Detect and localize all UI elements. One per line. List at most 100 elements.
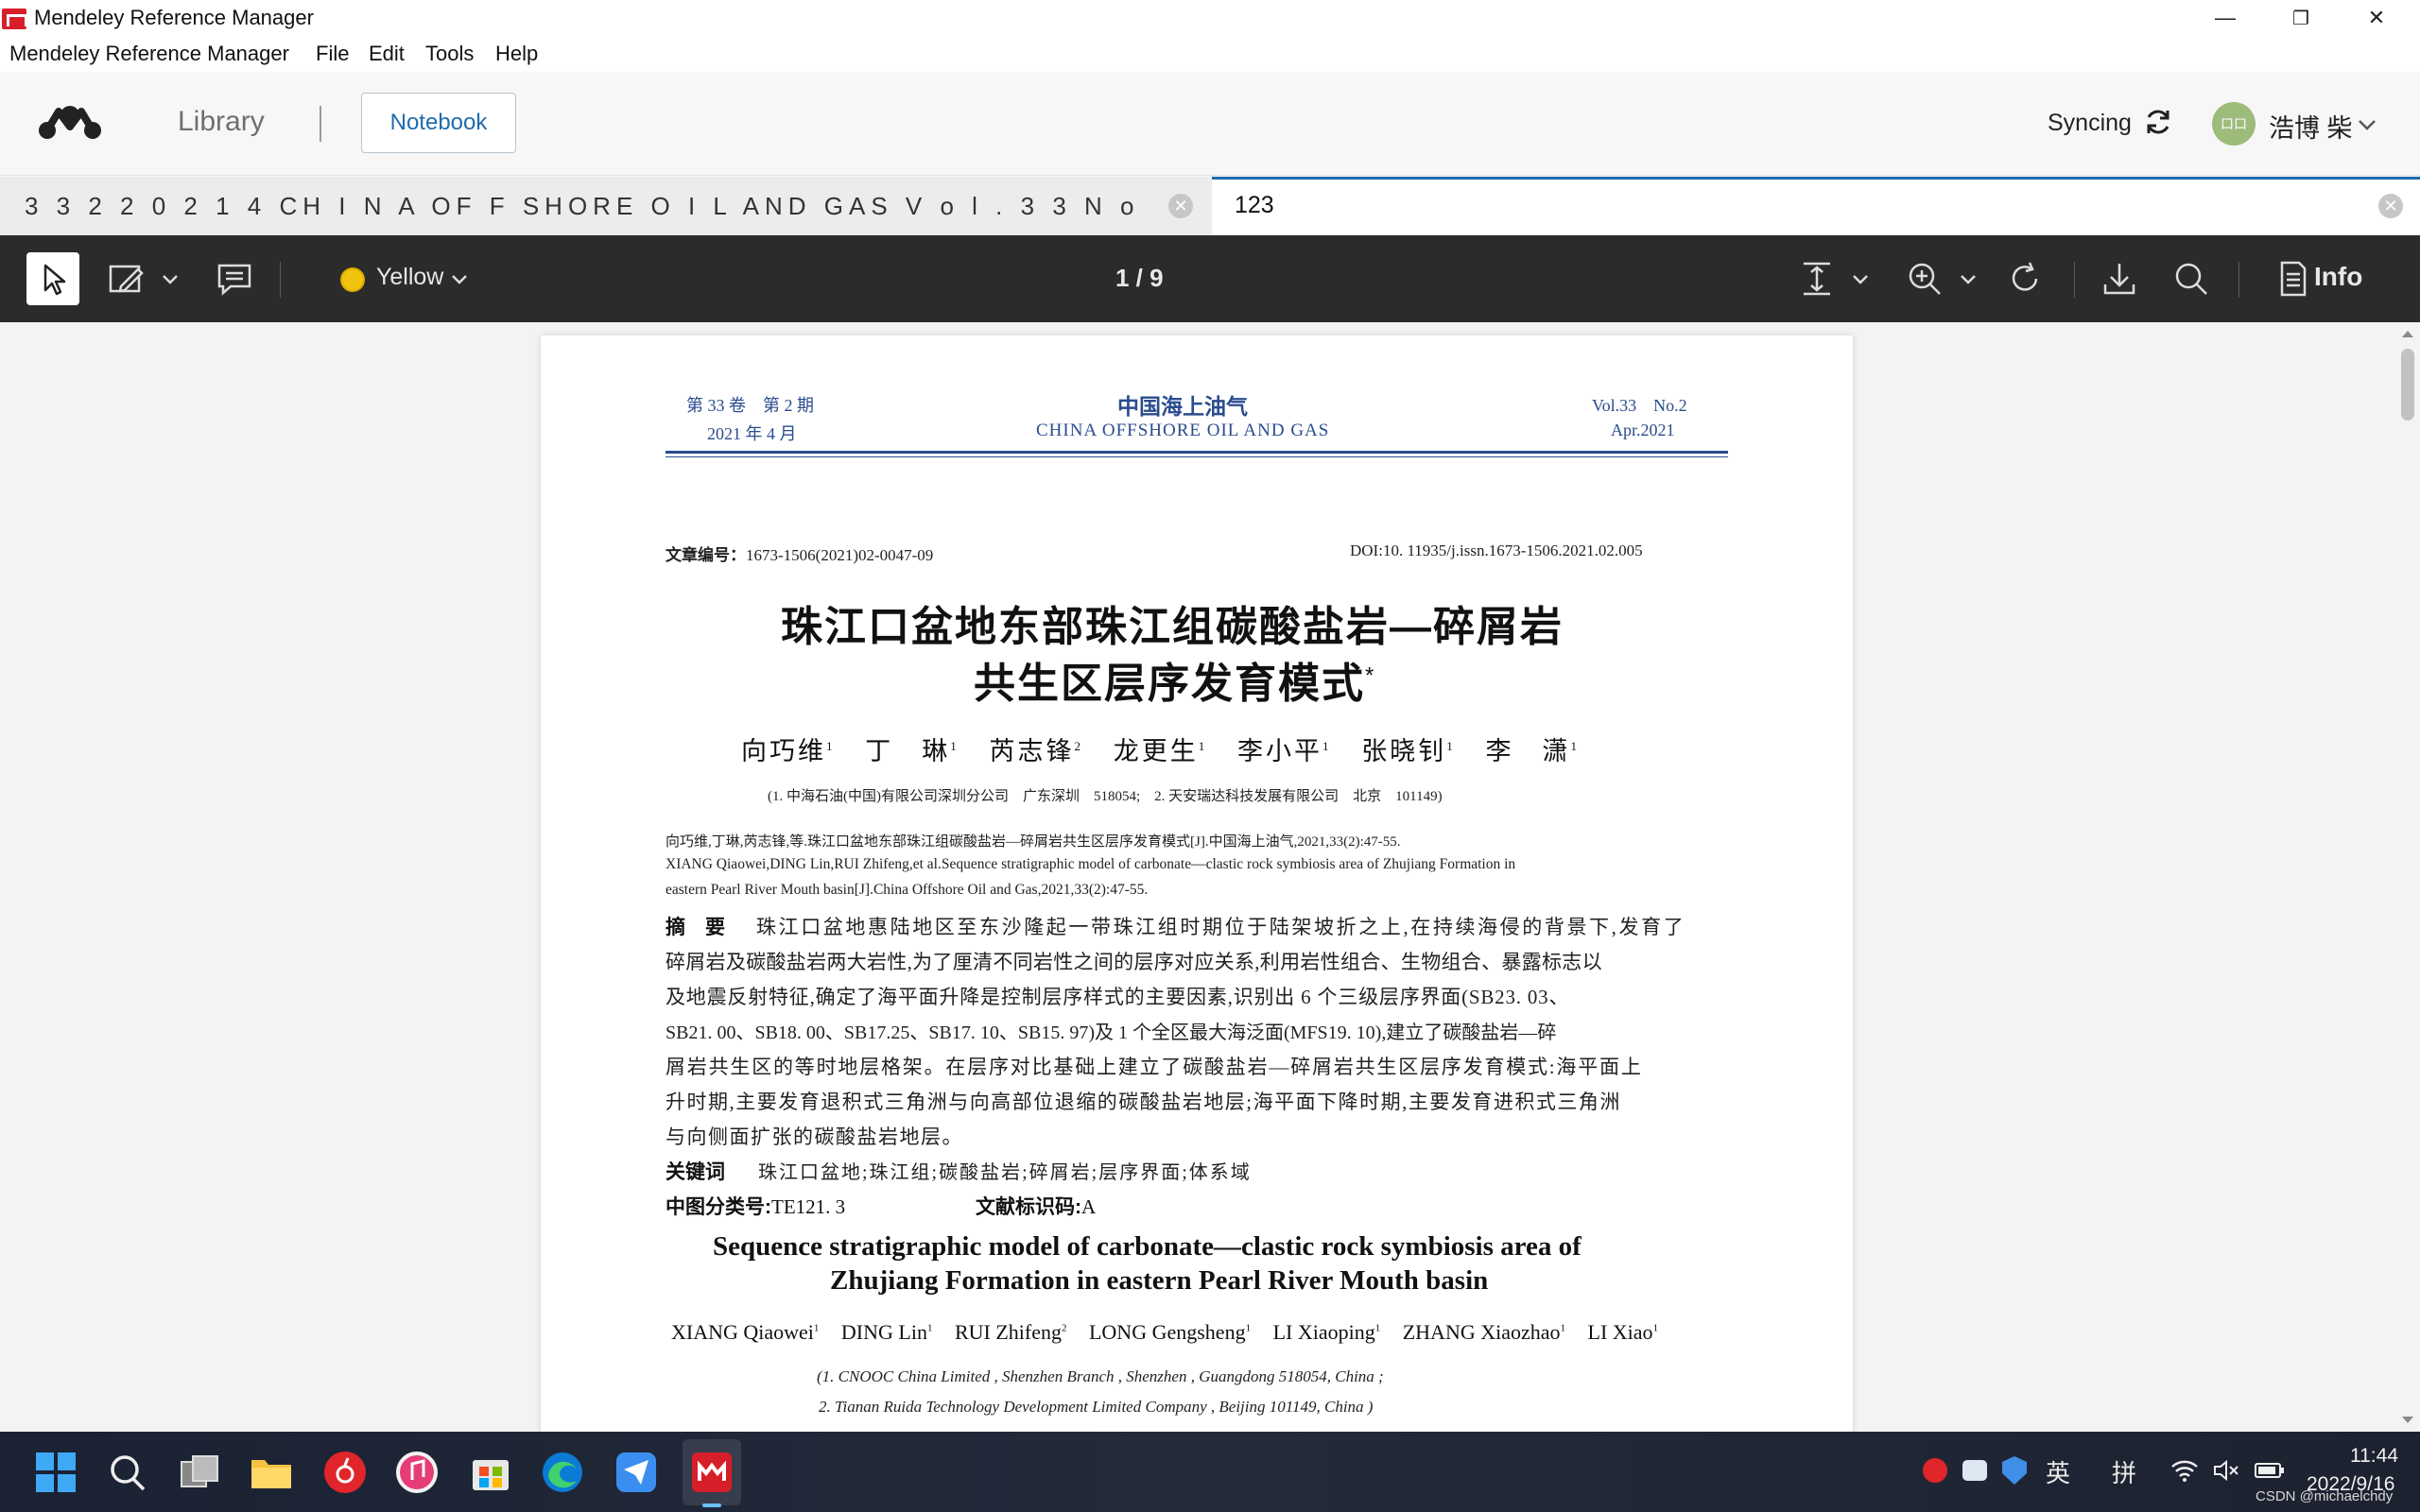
- highlight-color-label[interactable]: Yellow: [376, 264, 443, 291]
- vertical-scrollbar[interactable]: [2395, 322, 2420, 1432]
- rotate-icon[interactable]: [2004, 258, 2046, 300]
- highlight-color-swatch[interactable]: [340, 267, 365, 292]
- clc-label: 中图分类号:: [666, 1196, 771, 1218]
- tab-document-1[interactable]: 3 3 2 2 0 2 1 4 CH I N A OF F SHORE O I …: [0, 177, 1212, 235]
- authors-en: XIANG Qiaowei1 DING Lin1 RUI Zhifeng2 LO…: [671, 1320, 1658, 1345]
- author-sup: 1: [1570, 739, 1580, 753]
- battery-icon[interactable]: [2254, 1458, 2286, 1483]
- author-cn: 向巧维: [741, 737, 826, 765]
- doi-text[interactable]: DOI:10. 11935/j.issn.1673-1506.2021.02.0…: [1350, 541, 1643, 560]
- menu-app[interactable]: Mendeley Reference Manager: [9, 42, 289, 66]
- author-sup: 1: [1652, 1322, 1659, 1334]
- highlight-pen-icon[interactable]: [106, 258, 147, 300]
- search-icon[interactable]: [2170, 258, 2212, 300]
- tab-label: 3 3 2 2 0 2 1 4 CH I N A OF F SHORE O I …: [25, 192, 1140, 220]
- author-sup: 2: [1074, 739, 1083, 753]
- nav-library[interactable]: Library: [178, 106, 265, 138]
- task-view-icon[interactable]: [176, 1449, 223, 1496]
- pdf-page: 第 33 卷 第 2 期 2021 年 4 月 中国海上油气 CHINA OFF…: [541, 335, 1853, 1432]
- author-sup: 1: [813, 1322, 820, 1334]
- netease-tray-icon[interactable]: [1923, 1458, 1947, 1483]
- journal-vol-en: Vol.33 No.2: [1592, 396, 1687, 415]
- input-method-pinyin[interactable]: 拼: [2112, 1454, 2136, 1489]
- sync-status-label: Syncing: [2048, 110, 2132, 136]
- itunes-icon[interactable]: [393, 1449, 441, 1496]
- header-rule: [666, 456, 1728, 457]
- security-shield-icon[interactable]: [2002, 1456, 2027, 1485]
- article-number-label: 文章编号：: [666, 546, 746, 564]
- author-sup: 1: [1374, 1322, 1381, 1334]
- affiliation-en-2: 2. Tianan Ruida Technology Development L…: [819, 1398, 1374, 1416]
- tab-document-2[interactable]: 123 ✕: [1212, 177, 2420, 235]
- author-cn: 李小平: [1237, 737, 1322, 765]
- fit-height-icon[interactable]: [1796, 258, 1838, 300]
- author-en: XIANG Qiaowei: [671, 1320, 814, 1344]
- search-icon[interactable]: [104, 1449, 151, 1496]
- journal-date-en: Apr.2021: [1611, 421, 1675, 439]
- windows-start-icon[interactable]: [32, 1449, 79, 1496]
- menu-file[interactable]: File: [316, 42, 349, 66]
- citation-en-1: XIANG Qiaowei,DING Lin,RUI Zhifeng,et al…: [666, 856, 1516, 872]
- edge-browser-icon[interactable]: [539, 1449, 586, 1496]
- abstract-line: 碎屑岩及碳酸盐岩两大岩性,为了厘清不同岩性之间的层序对应关系,利用岩性组合、生物…: [666, 951, 1602, 973]
- abstract-line: 及地震反射特征,确定了海平面升降是控制层序样式的主要因素,识别出 6 个三级层序…: [666, 986, 1570, 1008]
- author-cn: 龙更生: [1113, 737, 1199, 765]
- chevron-down-icon[interactable]: [2356, 113, 2378, 136]
- user-avatar[interactable]: 口口: [2212, 102, 2256, 146]
- user-name[interactable]: 浩博 柴: [2269, 108, 2353, 145]
- pdf-viewer[interactable]: 第 33 卷 第 2 期 2021 年 4 月 中国海上油气 CHINA OFF…: [0, 322, 2420, 1432]
- minimize-button[interactable]: —: [2187, 0, 2263, 36]
- microsoft-store-icon[interactable]: [467, 1449, 514, 1496]
- clock-time[interactable]: 11:44: [2350, 1445, 2398, 1468]
- chevron-down-icon[interactable]: [1849, 267, 1872, 290]
- comment-icon[interactable]: [214, 258, 255, 300]
- clc-code: TE121. 3: [771, 1195, 846, 1218]
- volume-muted-icon[interactable]: [2212, 1458, 2240, 1483]
- cloud-tray-icon[interactable]: [1962, 1460, 1987, 1481]
- keywords: 珠江口盆地;珠江组;碳酸盐岩;碎屑岩;层序界面;体系域: [758, 1162, 1252, 1183]
- restore-button[interactable]: ❐: [2263, 0, 2339, 36]
- chevron-down-icon[interactable]: [448, 267, 471, 290]
- info-document-icon[interactable]: [2273, 258, 2314, 300]
- nav-notebook-button[interactable]: Notebook: [361, 93, 516, 153]
- input-language-english[interactable]: 英: [2046, 1454, 2070, 1489]
- chevron-down-icon[interactable]: [159, 267, 182, 290]
- scroll-up-icon[interactable]: [2400, 328, 2415, 339]
- netease-music-icon[interactable]: [321, 1449, 369, 1496]
- author-en: LONG Gengsheng: [1088, 1320, 1246, 1344]
- doc-code: A: [1081, 1195, 1097, 1218]
- title-bar: Mendeley Reference Manager — ❐ ✕: [0, 0, 2420, 36]
- nav-divider: [320, 106, 321, 142]
- author-sup: 1: [1198, 739, 1208, 753]
- title-footnote-mark: *: [1365, 662, 1376, 689]
- menu-help[interactable]: Help: [495, 42, 538, 66]
- zoom-in-icon[interactable]: [1904, 258, 1945, 300]
- toolbar-divider: [2074, 262, 2075, 298]
- menu-tools[interactable]: Tools: [425, 42, 474, 66]
- messaging-app-icon[interactable]: [613, 1449, 660, 1496]
- file-explorer-icon[interactable]: [248, 1449, 295, 1496]
- select-tool-button[interactable]: [26, 252, 79, 305]
- download-icon[interactable]: [2099, 258, 2140, 300]
- close-window-button[interactable]: ✕: [2339, 0, 2414, 36]
- author-sup: 1: [926, 1322, 933, 1334]
- menu-bar: Mendeley Reference Manager File Edit Too…: [0, 36, 2420, 72]
- scroll-down-icon[interactable]: [2400, 1415, 2415, 1426]
- scrollbar-thumb[interactable]: [2401, 349, 2414, 421]
- close-tab-icon[interactable]: ✕: [1168, 194, 1193, 218]
- chevron-down-icon[interactable]: [1957, 267, 1979, 290]
- mendeley-logo-icon[interactable]: [36, 102, 104, 146]
- menu-edit[interactable]: Edit: [369, 42, 405, 66]
- title-en-line-1: Sequence stratigraphic model of carbonat…: [713, 1231, 1582, 1262]
- wifi-icon[interactable]: [2170, 1458, 2199, 1483]
- mendeley-taskbar-icon[interactable]: [688, 1449, 735, 1496]
- author-sup: 2: [1061, 1322, 1067, 1334]
- close-tab-icon[interactable]: ✕: [2378, 194, 2403, 218]
- info-button[interactable]: Info: [2314, 262, 2362, 292]
- page-indicator: 1 / 9: [1115, 264, 1164, 292]
- active-indicator: [702, 1503, 721, 1507]
- title-en-line-2: Zhujiang Formation in eastern Pearl Rive…: [830, 1265, 1489, 1296]
- sync-icon[interactable]: [2142, 106, 2174, 138]
- author-cn: 芮志锋: [989, 737, 1075, 765]
- authors-cn: 向巧维1 丁 琳1 芮志锋2 龙更生1 李小平1 张晓钊1 李 潇1: [741, 730, 1580, 767]
